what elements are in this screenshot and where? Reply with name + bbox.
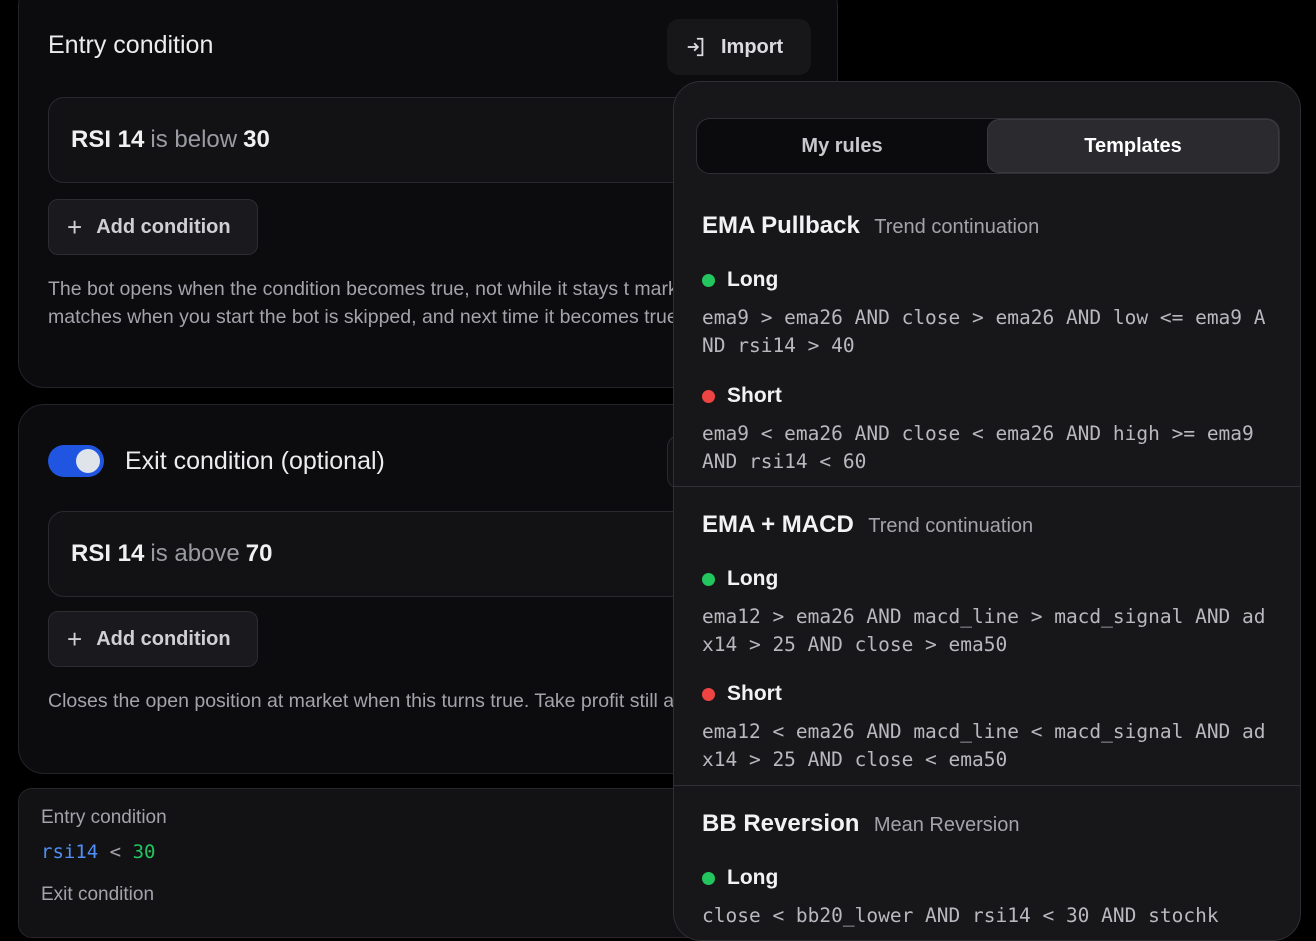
rule-operator: is above xyxy=(150,540,240,567)
import-icon xyxy=(687,37,704,57)
template-category: Mean Reversion xyxy=(873,814,1020,836)
short-label: Short xyxy=(727,384,782,407)
add-exit-condition-button[interactable]: + Add condition xyxy=(48,611,258,667)
long-dot-icon xyxy=(702,273,715,287)
template-category: Trend continuation xyxy=(868,515,1034,537)
add-condition-label: Add condition xyxy=(96,627,231,650)
exit-condition-toggle[interactable] xyxy=(48,445,104,477)
short-rule-code: ema9 < ema26 AND close < ema26 AND high … xyxy=(702,422,1254,473)
summary-exit-label: Exit condition xyxy=(41,884,155,905)
tab-my-rules[interactable]: My rules xyxy=(697,119,987,173)
long-rule-code: ema12 > ema26 AND macd_line > macd_signa… xyxy=(702,605,1266,656)
long-side-label: Long xyxy=(702,268,778,292)
rule-templates-panel: My rules Templates EMA Pullback Trend co… xyxy=(673,81,1301,941)
short-side-label: Short xyxy=(702,682,782,706)
summary-entry-label: Entry condition xyxy=(41,807,167,828)
plus-icon: + xyxy=(67,212,83,242)
tab-templates[interactable]: Templates xyxy=(987,119,1279,173)
long-dot-icon xyxy=(702,871,715,885)
long-label: Long xyxy=(727,866,779,889)
code-number: 30 xyxy=(132,841,156,863)
long-label: Long xyxy=(727,268,779,291)
import-label: Import xyxy=(721,35,784,58)
rule-indicator: RSI 14 xyxy=(71,126,145,153)
template-category: Trend continuation xyxy=(874,216,1040,238)
template-header: EMA Pullback Trend continuation xyxy=(702,212,1039,240)
template-header: EMA + MACD Trend continuation xyxy=(702,511,1033,539)
template-header: BB Reversion Mean Reversion xyxy=(702,810,1019,838)
rules-tab-switcher: My rules Templates xyxy=(696,118,1280,174)
code-operator: < xyxy=(109,841,122,863)
template-name: EMA Pullback xyxy=(702,212,860,239)
entry-condition-title: Entry condition xyxy=(48,31,214,59)
template-divider xyxy=(674,486,1300,487)
rule-value: 30 xyxy=(243,126,270,153)
toggle-knob xyxy=(76,449,100,473)
rule-indicator: RSI 14 xyxy=(71,540,145,567)
short-rule-code: ema12 < ema26 AND macd_line < macd_signa… xyxy=(702,720,1266,771)
short-dot-icon xyxy=(702,687,715,701)
short-dot-icon xyxy=(702,389,715,403)
add-condition-label: Add condition xyxy=(96,215,231,238)
long-side-label: Long xyxy=(702,567,778,591)
import-button[interactable]: Import xyxy=(667,19,811,75)
long-rule-code: close < bb20_lower AND rsi14 < 30 AND st… xyxy=(702,904,1219,927)
exit-condition-title: Exit condition (optional) xyxy=(125,447,385,475)
rule-value: 70 xyxy=(245,540,273,567)
add-entry-condition-button[interactable]: + Add condition xyxy=(48,199,258,255)
long-side-label: Long xyxy=(702,866,778,890)
template-divider xyxy=(674,785,1300,786)
long-dot-icon xyxy=(702,572,715,586)
short-side-label: Short xyxy=(702,384,782,408)
summary-entry-code: rsi14 < 30 xyxy=(41,841,155,863)
long-label: Long xyxy=(727,567,779,590)
template-name: EMA + MACD xyxy=(702,511,854,538)
long-rule-code: ema9 > ema26 AND close > ema26 AND low <… xyxy=(702,306,1266,357)
plus-icon: + xyxy=(67,624,83,654)
template-name: BB Reversion xyxy=(702,810,860,837)
code-variable: rsi14 xyxy=(41,841,99,863)
rule-operator: is below xyxy=(150,126,238,153)
short-label: Short xyxy=(727,682,782,705)
